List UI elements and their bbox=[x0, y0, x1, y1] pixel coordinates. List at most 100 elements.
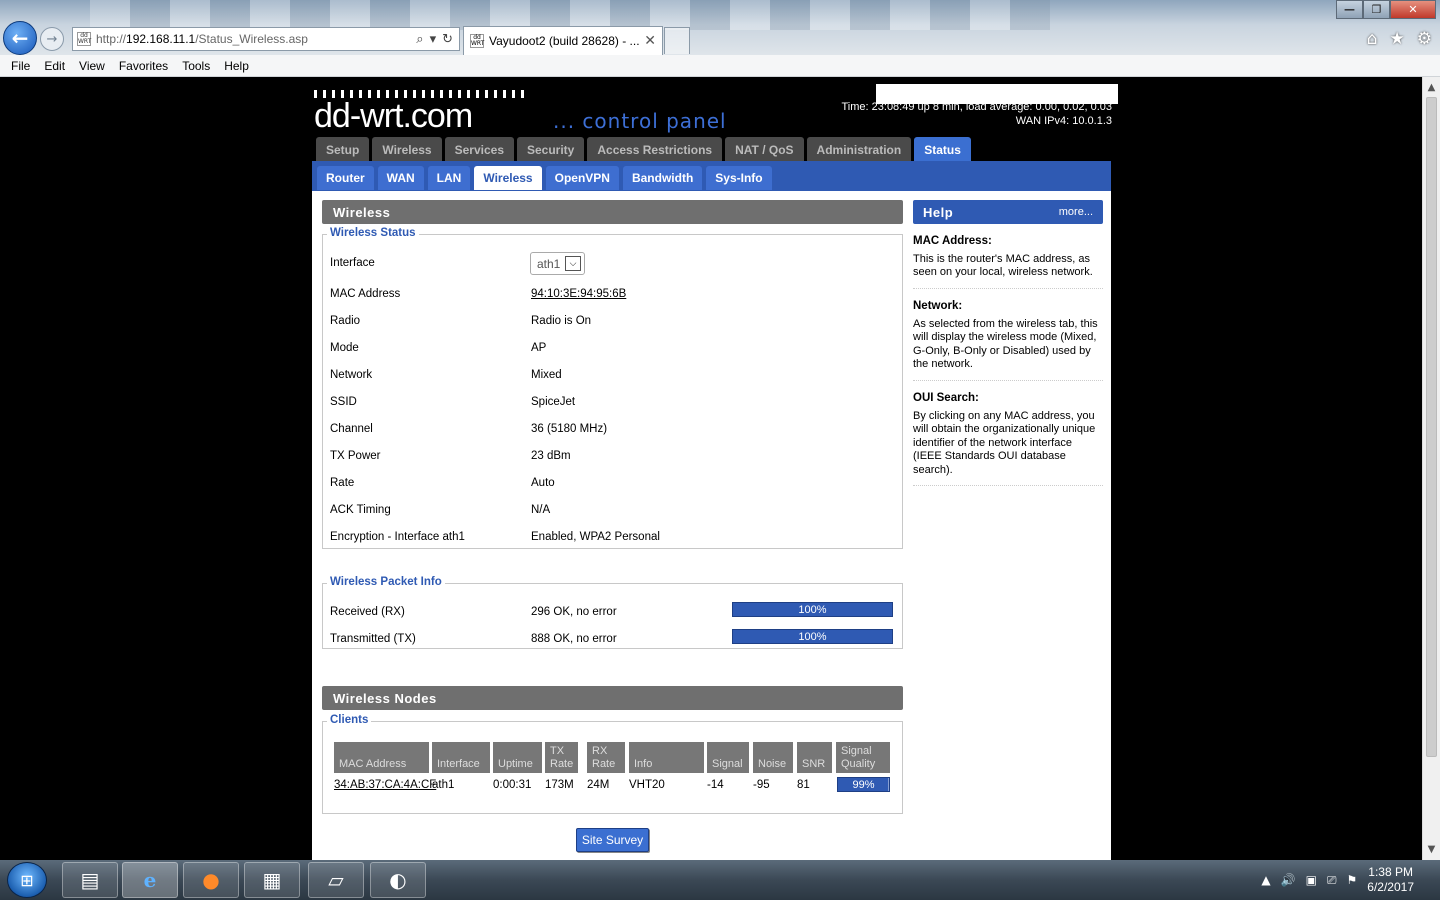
tab-administration[interactable]: Administration bbox=[806, 137, 912, 162]
rx-progress-bar: 100% bbox=[732, 602, 893, 617]
volume-icon[interactable]: 🔊 bbox=[1281, 873, 1296, 887]
subtab-wan[interactable]: WAN bbox=[377, 166, 424, 190]
status-row-label: Rate bbox=[330, 477, 355, 489]
status-row-label: Channel bbox=[330, 423, 373, 435]
taskbar-firefox[interactable]: ● bbox=[183, 862, 239, 898]
taskbar-paint[interactable]: ◐ bbox=[370, 862, 426, 898]
col-info: Info bbox=[629, 742, 704, 773]
menu-tools[interactable]: Tools bbox=[175, 59, 217, 73]
new-tab-button[interactable] bbox=[664, 27, 690, 54]
browser-tab[interactable]: dd WRT Vayudoot2 (build 28628) - ... ✕ bbox=[463, 26, 663, 55]
client-signal: -14 bbox=[707, 779, 724, 791]
usb-icon[interactable]: ▣ bbox=[1306, 873, 1317, 887]
taskbar-control-panel[interactable]: ▦ bbox=[244, 862, 300, 898]
subtab-sys-info[interactable]: Sys-Info bbox=[706, 166, 772, 190]
rx-value: 296 OK, no error bbox=[531, 606, 617, 618]
taskbar-notes[interactable]: ▱ bbox=[308, 862, 364, 898]
refresh-icon[interactable]: ↻ bbox=[442, 32, 453, 47]
favorites-star-icon[interactable]: ★ bbox=[1390, 29, 1405, 49]
clients-table: MAC Address Interface Uptime TX Rate RX … bbox=[334, 742, 894, 802]
show-hidden-icons-icon[interactable]: ▲ bbox=[1261, 873, 1270, 887]
start-button[interactable]: ⊞ bbox=[7, 862, 47, 898]
windows-logo-icon: ⊞ bbox=[20, 870, 34, 890]
main-tabs: Setup Wireless Services Security Access … bbox=[316, 137, 971, 162]
tab-setup[interactable]: Setup bbox=[316, 137, 370, 162]
menu-help[interactable]: Help bbox=[217, 59, 256, 73]
help-mac-address: MAC Address: This is the router's MAC ad… bbox=[913, 235, 1103, 289]
home-icon[interactable]: ⌂ bbox=[1367, 29, 1378, 49]
back-button[interactable]: ← bbox=[3, 21, 37, 55]
help-heading: MAC Address: bbox=[913, 235, 992, 247]
subtab-wireless[interactable]: Wireless bbox=[474, 166, 542, 190]
subtab-router[interactable]: Router bbox=[317, 166, 374, 190]
col-noise: Noise bbox=[753, 742, 793, 773]
status-row-label: MAC Address bbox=[330, 288, 401, 300]
client-interface: ath1 bbox=[432, 779, 455, 791]
client-tx-rate: 173M bbox=[545, 779, 574, 791]
search-icon[interactable]: ⌕ bbox=[416, 32, 423, 47]
tab-title: Vayudoot2 (build 28628) - ... bbox=[489, 34, 640, 48]
maximize-button[interactable]: ❐ bbox=[1363, 0, 1390, 19]
tab-nat-qos[interactable]: NAT / QoS bbox=[725, 137, 804, 162]
network-icon[interactable]: ⎚ bbox=[1327, 873, 1337, 888]
dropdown-icon[interactable]: ▾ bbox=[430, 32, 437, 47]
clock-time: 1:38 PM bbox=[1368, 865, 1413, 879]
tab-security[interactable]: Security bbox=[517, 137, 585, 162]
minimize-button[interactable]: — bbox=[1336, 0, 1363, 19]
close-window-button[interactable]: ✕ bbox=[1390, 0, 1436, 19]
url-text[interactable]: http://192.168.11.1/Status_Wireless.asp bbox=[96, 32, 416, 46]
mac-address-link[interactable]: 94:10:3E:94:95:6B bbox=[531, 288, 626, 300]
scroll-down-icon[interactable]: ▼ bbox=[1423, 841, 1440, 858]
clients-legend: Clients bbox=[327, 714, 372, 726]
status-row-value: 36 (5180 MHz) bbox=[531, 423, 608, 435]
site-survey-button[interactable]: Site Survey bbox=[576, 828, 649, 852]
col-signal-quality: Signal Quality bbox=[836, 742, 890, 773]
folder-icon: ▤ bbox=[80, 868, 100, 892]
clock-date: 6/2/2017 bbox=[1367, 880, 1414, 894]
control-panel-icon: ▦ bbox=[262, 868, 282, 892]
help-oui-search: OUI Search: By clicking on any MAC addre… bbox=[913, 392, 1103, 486]
scroll-up-icon[interactable]: ▲ bbox=[1423, 79, 1440, 96]
clock[interactable]: 1:38 PM 6/2/2017 bbox=[1367, 865, 1414, 895]
vertical-scrollbar[interactable]: ▲ ▼ bbox=[1422, 77, 1440, 860]
tab-services[interactable]: Services bbox=[444, 137, 514, 162]
tx-percent: 100% bbox=[798, 630, 827, 643]
menu-view[interactable]: View bbox=[72, 59, 112, 73]
menu-edit[interactable]: Edit bbox=[37, 59, 72, 73]
menu-file[interactable]: File bbox=[4, 59, 37, 73]
tx-value: 888 OK, no error bbox=[531, 633, 617, 645]
action-center-flag-icon[interactable]: ⚑ bbox=[1347, 873, 1358, 887]
uptime-text: Time: 23:08:49 up 8 min, load average: 0… bbox=[841, 101, 1113, 113]
ddwrt-favicon-icon: dd WRT bbox=[77, 32, 92, 46]
tab-status[interactable]: Status bbox=[914, 137, 971, 162]
status-row-value: 23 dBm bbox=[531, 450, 571, 462]
taskbar-explorer[interactable]: ▤ bbox=[62, 862, 118, 898]
wan-ip-text: WAN IPv4: 10.0.1.3 bbox=[1015, 115, 1112, 127]
help-heading: OUI Search: bbox=[913, 392, 979, 404]
help-more-link[interactable]: more... bbox=[1059, 206, 1093, 218]
subtab-lan[interactable]: LAN bbox=[427, 166, 471, 190]
menu-bar: File Edit View Favorites Tools Help bbox=[0, 55, 1440, 77]
status-row-value: Radio is On bbox=[531, 315, 592, 327]
client-mac-link[interactable]: 34:AB:37:CA:4A:CF bbox=[334, 779, 436, 791]
tx-label: Transmitted (TX) bbox=[330, 633, 416, 645]
taskbar-internet-explorer[interactable]: e bbox=[122, 862, 178, 898]
subtab-openvpn[interactable]: OpenVPN bbox=[545, 166, 619, 190]
status-row-value: Enabled, WPA2 Personal bbox=[531, 531, 660, 543]
menu-favorites[interactable]: Favorites bbox=[112, 59, 175, 73]
wireless-section-title: Wireless bbox=[322, 200, 903, 224]
settings-gear-icon[interactable]: ⚙ bbox=[1417, 29, 1432, 49]
close-tab-icon[interactable]: ✕ bbox=[644, 33, 656, 49]
logo-text: dd-wrt.com bbox=[314, 97, 473, 135]
scroll-thumb[interactable] bbox=[1426, 97, 1437, 757]
interface-select[interactable]: ath1 ⌵ bbox=[530, 252, 585, 275]
system-tray: ▲ 🔊 ▣ ⎚ ⚑ 1:38 PM 6/2/2017 bbox=[1261, 860, 1440, 900]
tab-access-restrictions[interactable]: Access Restrictions bbox=[587, 137, 723, 162]
address-bar[interactable]: dd WRT http://192.168.11.1/Status_Wirele… bbox=[72, 27, 460, 51]
tab-wireless[interactable]: Wireless bbox=[372, 137, 442, 162]
forward-button[interactable]: → bbox=[40, 27, 64, 51]
help-network: Network: As selected from the wireless t… bbox=[913, 300, 1103, 381]
subtab-bandwidth[interactable]: Bandwidth bbox=[622, 166, 703, 190]
uptime-info: Time: 23:08:49 up 8 min, load average: 0… bbox=[842, 100, 1113, 128]
ddwrt-favicon-icon: dd WRT bbox=[470, 34, 485, 48]
